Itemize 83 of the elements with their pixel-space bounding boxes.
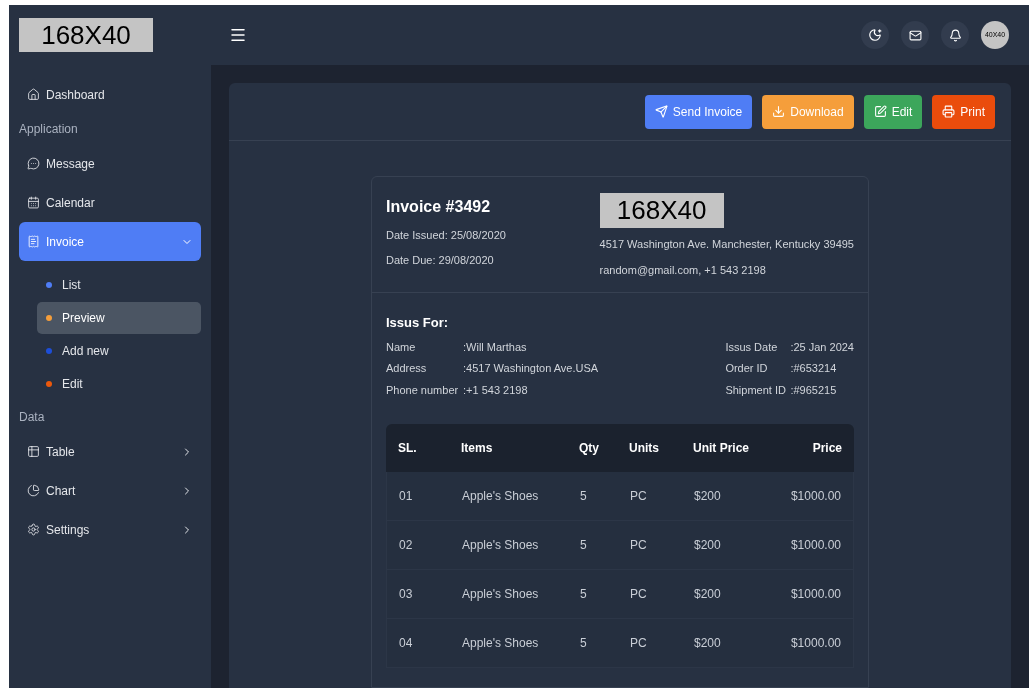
table-cell-text: PC bbox=[630, 635, 648, 652]
table-icon bbox=[27, 445, 40, 458]
moon-icon bbox=[868, 28, 882, 42]
company-contact: random@gmail.com, +1 543 2198 bbox=[599, 262, 767, 278]
table-cell-text: Apple's Shoes bbox=[462, 537, 540, 554]
table-cell-text: $200 bbox=[694, 537, 722, 554]
field-value: :4517 Washington Ave.USA bbox=[463, 361, 599, 376]
notification-button[interactable] bbox=[941, 21, 969, 49]
home-icon bbox=[27, 88, 40, 101]
edit-icon bbox=[873, 105, 887, 118]
field-label: Address bbox=[386, 361, 428, 376]
sidebar-item[interactable]: Settings bbox=[19, 510, 201, 549]
table-cell-text: $1000.00 bbox=[789, 488, 841, 505]
table-cell-text: Apple's Shoes bbox=[462, 586, 540, 603]
table-cell-text: 5 bbox=[580, 635, 588, 652]
table-cell-text: 5 bbox=[580, 488, 588, 505]
table-cell-text: 01 bbox=[399, 488, 414, 505]
column-header: Qty bbox=[579, 440, 600, 457]
section-label: Data bbox=[18, 409, 46, 426]
table-cell-text: $1000.00 bbox=[789, 537, 841, 554]
logo: 168X40 bbox=[599, 193, 724, 228]
field-label: Phone number bbox=[386, 382, 460, 398]
table-cell-text: $200 bbox=[694, 635, 722, 652]
sidebar-item[interactable]: Dashboard bbox=[19, 75, 201, 114]
sidebar-item[interactable]: Chart bbox=[19, 471, 201, 510]
action-button[interactable]: Send Invoice bbox=[644, 94, 753, 129]
calendar-icon bbox=[27, 196, 40, 209]
field-label: Issus Date bbox=[725, 339, 779, 355]
mail-button[interactable] bbox=[901, 21, 929, 49]
company-address: 4517 Washington Ave. Manchester, Kentucky 39495 bbox=[599, 237, 854, 252]
column-header: Price bbox=[811, 440, 842, 457]
table-cell-text: 03 bbox=[399, 586, 414, 603]
table-cell-text: Apple's Shoes bbox=[462, 488, 540, 505]
table-cell-text: 5 bbox=[580, 586, 588, 603]
sidebar-item[interactable]: Message bbox=[19, 144, 201, 183]
sidebar-item[interactable]: Calendar bbox=[19, 183, 201, 222]
mail-icon bbox=[908, 28, 922, 42]
invoice-title: Invoice #3492 bbox=[386, 197, 492, 217]
field-label: Name bbox=[386, 339, 417, 355]
send-icon bbox=[654, 105, 668, 118]
field-value: :#653214 bbox=[790, 361, 837, 376]
sidebar-item[interactable]: Invoice bbox=[19, 222, 201, 261]
table-cell-text: PC bbox=[630, 537, 648, 554]
section-heading: Issus For: bbox=[386, 314, 450, 332]
field-label: Shipment ID bbox=[725, 382, 787, 398]
download-icon bbox=[772, 105, 786, 118]
column-header: Items bbox=[461, 440, 494, 457]
table-cell-text: 02 bbox=[399, 537, 414, 554]
logo: 168X40 bbox=[19, 18, 153, 52]
sidebar-item[interactable]: Table bbox=[19, 432, 201, 471]
date-due: Date Due: 29/08/2020 bbox=[386, 252, 495, 268]
menu-icon[interactable] bbox=[229, 26, 247, 44]
receipt-icon bbox=[27, 235, 40, 248]
table-cell-text: 5 bbox=[580, 537, 588, 554]
table-cell-text: $1000.00 bbox=[789, 586, 841, 603]
table-cell-text: PC bbox=[630, 488, 648, 505]
submenu-item[interactable]: Preview bbox=[37, 302, 201, 334]
table-cell-text: Apple's Shoes bbox=[462, 635, 540, 652]
table-cell-text: $1000.00 bbox=[789, 635, 841, 652]
field-value: :25 Jan 2024 bbox=[790, 339, 854, 355]
field-value: :+1 543 2198 bbox=[463, 382, 528, 398]
submenu-item[interactable]: Edit bbox=[37, 368, 201, 400]
bell-icon bbox=[948, 28, 962, 42]
pie-chart-icon bbox=[27, 484, 40, 497]
submenu-item[interactable]: Add new bbox=[37, 335, 201, 367]
column-header: Unit Price bbox=[693, 440, 750, 457]
field-value: :Will Marthas bbox=[463, 339, 527, 355]
field-label: Order ID bbox=[725, 361, 769, 376]
theme-toggle-button[interactable] bbox=[861, 21, 889, 49]
table-cell-text: $200 bbox=[694, 488, 722, 505]
chat-icon bbox=[27, 157, 40, 170]
column-header: SL. bbox=[398, 440, 418, 457]
section-label: Application bbox=[18, 121, 79, 138]
field-value: :#965215 bbox=[790, 382, 837, 398]
action-button[interactable]: Print bbox=[932, 94, 995, 129]
column-header: Units bbox=[629, 440, 660, 457]
printer-icon bbox=[942, 105, 956, 118]
table-cell-text: 04 bbox=[399, 635, 414, 652]
submenu-item[interactable]: List bbox=[37, 269, 201, 301]
date-issued: Date Issued: 25/08/2020 bbox=[386, 228, 507, 243]
table-cell-text: PC bbox=[630, 586, 648, 603]
settings-icon bbox=[27, 523, 40, 536]
table-cell-text: $200 bbox=[694, 586, 722, 603]
